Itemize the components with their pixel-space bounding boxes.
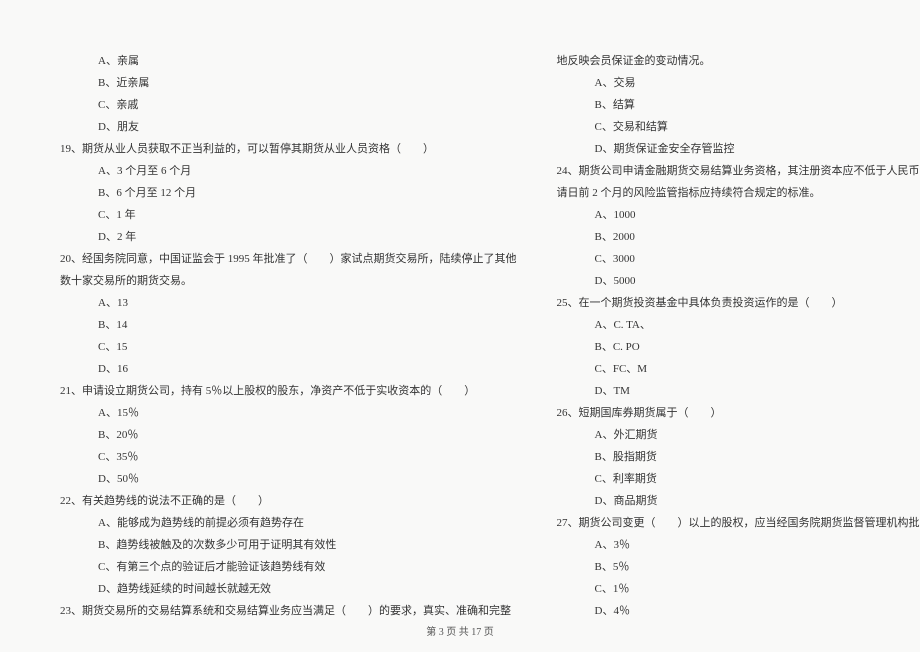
option: A、交易 [557,72,920,94]
option: C、利率期货 [557,468,920,490]
option: C、有第三个点的验证后才能验证该趋势线有效 [60,556,517,578]
option: D、趋势线延续的时间越长就越无效 [60,578,517,600]
option: C、1％ [557,578,920,600]
option: D、5000 [557,270,920,292]
option: A、15％ [60,402,517,424]
option: B、20％ [60,424,517,446]
option: B、近亲属 [60,72,517,94]
option: C、FC、M [557,358,920,380]
option: A、3 个月至 6 个月 [60,160,517,182]
question-21: 21、申请设立期货公司，持有 5％以上股权的股东，净资产不低于实收资本的（ ） [60,380,517,402]
option: A、3％ [557,534,920,556]
option: A、能够成为趋势线的前提必须有趋势存在 [60,512,517,534]
option: D、商品期货 [557,490,920,512]
page-content: A、亲属 B、近亲属 C、亲戚 D、朋友 19、期货从业人员获取不正当利益的，可… [0,0,920,652]
option: A、13 [60,292,517,314]
option: D、TM [557,380,920,402]
option: A、外汇期货 [557,424,920,446]
option: C、交易和结算 [557,116,920,138]
option: C、15 [60,336,517,358]
option: C、亲戚 [60,94,517,116]
option: B、5％ [557,556,920,578]
question-23: 23、期货交易所的交易结算系统和交易结算业务应当满足（ ）的要求，真实、准确和完… [60,600,517,622]
option: B、14 [60,314,517,336]
option: A、C. TA、 [557,314,920,336]
question-27: 27、期货公司变更（ ）以上的股权，应当经国务院期货监督管理机构批准。 [557,512,920,534]
option: C、35％ [60,446,517,468]
question-20-cont: 数十家交易所的期货交易。 [60,270,517,292]
option: D、2 年 [60,226,517,248]
question-20: 20、经国务院同意，中国证监会于 1995 年批准了（ ）家试点期货交易所，陆续… [60,248,517,270]
option: A、1000 [557,204,920,226]
option: B、趋势线被触及的次数多少可用于证明其有效性 [60,534,517,556]
option: A、亲属 [60,50,517,72]
question-24: 24、期货公司申请金融期货交易结算业务资格，其注册资本应不低于人民币（ ）万元，… [557,160,920,182]
option: D、4％ [557,600,920,622]
question-24-cont: 请日前 2 个月的风险监管指标应持续符合规定的标准。 [557,182,920,204]
option: B、2000 [557,226,920,248]
right-column: 地反映会员保证金的变动情况。 A、交易 B、结算 C、交易和结算 D、期货保证金… [557,50,920,622]
option: C、3000 [557,248,920,270]
question-19: 19、期货从业人员获取不正当利益的，可以暂停其期货从业人员资格（ ） [60,138,517,160]
option: B、6 个月至 12 个月 [60,182,517,204]
option: D、50％ [60,468,517,490]
question-25: 25、在一个期货投资基金中具体负责投资运作的是（ ） [557,292,920,314]
option: D、期货保证金安全存管监控 [557,138,920,160]
option: B、结算 [557,94,920,116]
option: C、1 年 [60,204,517,226]
option: B、C. PO [557,336,920,358]
option: B、股指期货 [557,446,920,468]
option: D、朋友 [60,116,517,138]
left-column: A、亲属 B、近亲属 C、亲戚 D、朋友 19、期货从业人员获取不正当利益的，可… [60,50,517,622]
option: D、16 [60,358,517,380]
question-26: 26、短期国库券期货属于（ ） [557,402,920,424]
question-23-cont: 地反映会员保证金的变动情况。 [557,50,920,72]
question-22: 22、有关趋势线的说法不正确的是（ ） [60,490,517,512]
page-footer: 第 3 页 共 17 页 [0,623,920,638]
